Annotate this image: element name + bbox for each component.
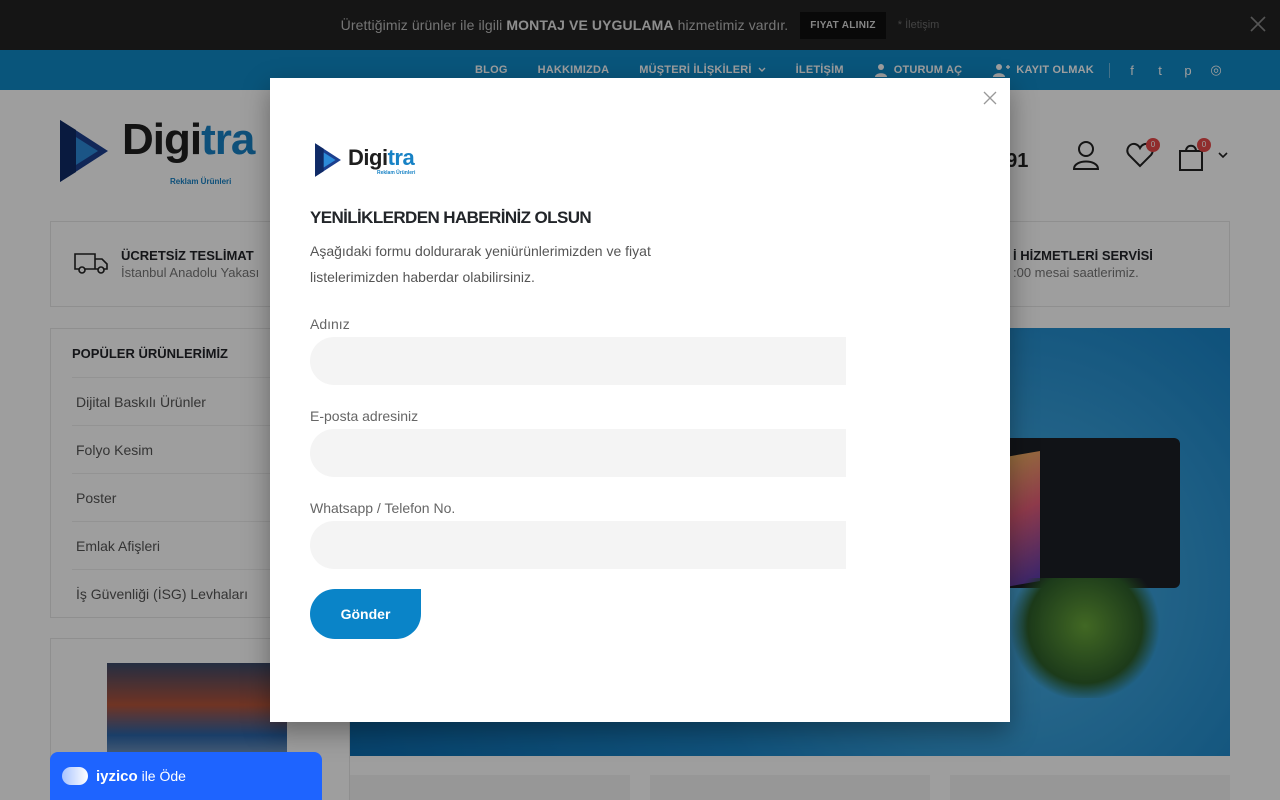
close-icon[interactable] (982, 90, 998, 106)
name-label: Adınız (310, 316, 350, 332)
name-input[interactable] (310, 337, 846, 385)
modal-logo-subtitle: Reklam Ürünleri (377, 170, 416, 176)
iyzico-logo-icon (62, 767, 88, 785)
submit-button[interactable]: Gönder (310, 589, 421, 639)
modal-logo: Digitra Reklam Ürünleri (314, 142, 416, 178)
modal-title: YENİLİKLERDEN HABERİNİZ OLSUN (310, 208, 592, 227)
newsletter-modal: Digitra Reklam Ürünleri YENİLİKLERDEN HA… (270, 78, 1010, 722)
phone-input[interactable] (310, 521, 846, 569)
logo-mark-icon (315, 143, 341, 177)
iyzico-pay-button[interactable]: iyzico ile Öde (50, 752, 322, 800)
email-label: E-posta adresiniz (310, 408, 419, 424)
modal-description: Aşağıdaki formu doldurarak yeniürünlerim… (310, 243, 651, 285)
iyzico-label: iyzico ile Öde (96, 767, 186, 785)
phone-label: Whatsapp / Telefon No. (310, 500, 456, 516)
email-input[interactable] (310, 429, 846, 477)
modal-logo-wordmark: Digitra (348, 145, 415, 170)
